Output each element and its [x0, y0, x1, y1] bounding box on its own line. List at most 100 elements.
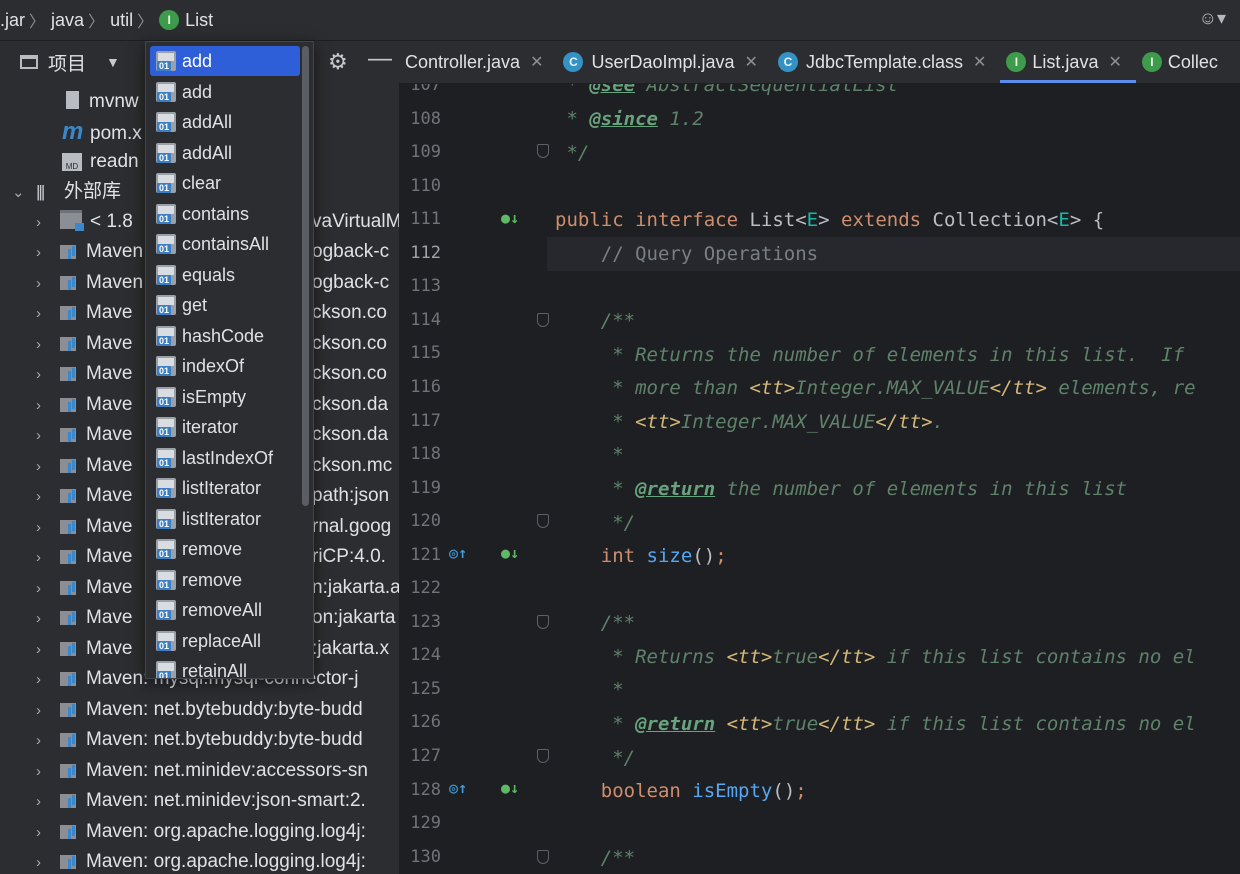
tree-item-library[interactable]: › Mave n:jakarta.a — [36, 573, 399, 604]
chevron-right-icon[interactable]: › — [36, 635, 50, 665]
tree-item-library[interactable]: › Maven: net.bytebuddy:byte-budd — [36, 725, 363, 755]
chevron-right-icon[interactable]: › — [36, 360, 50, 390]
completion-item[interactable]: clear — [150, 168, 300, 198]
minimize-icon[interactable]: — — [368, 45, 392, 73]
completion-item[interactable]: containsAll — [150, 229, 300, 259]
completion-item[interactable]: remove — [150, 534, 300, 564]
completion-item[interactable]: add — [150, 77, 300, 107]
completion-item[interactable]: retainAll — [150, 656, 300, 678]
completion-item[interactable]: contains — [150, 199, 300, 229]
tree-item-library[interactable]: › Maven ogback-c — [36, 237, 389, 268]
completion-item[interactable]: addAll — [150, 138, 300, 168]
tree-item-readme[interactable]: MD readn — [62, 147, 139, 177]
tree-item-library[interactable]: › Mave riCP:4.0. — [36, 542, 386, 573]
tree-item-library[interactable]: › Mave ckson.da — [36, 390, 388, 421]
chevron-down-icon[interactable]: ⌄ — [12, 178, 26, 208]
completion-item[interactable]: equals — [150, 260, 300, 290]
implemented-icon[interactable]: ●↓ — [501, 209, 519, 227]
completion-item[interactable]: indexOf — [150, 351, 300, 381]
chevron-right-icon[interactable]: › — [36, 787, 50, 817]
tree-item-jdk[interactable]: › < 1.8 vaVirtualM — [36, 207, 399, 238]
completion-item[interactable]: removeAll — [150, 595, 300, 625]
tree-item-library[interactable]: › Mave ckson.mc — [36, 451, 392, 482]
tree-item-pom[interactable]: m pom.x — [62, 117, 142, 147]
chevron-right-icon[interactable]: › — [36, 299, 50, 329]
scrollbar[interactable] — [302, 46, 309, 506]
tree-item-library[interactable]: › Maven: org.apache.logging.log4j: — [36, 817, 366, 847]
chevron-right-icon[interactable]: › — [36, 513, 50, 543]
chevron-right-icon[interactable]: › — [36, 726, 50, 756]
breadcrumb-jar[interactable]: .jar — [0, 10, 25, 31]
implemented-icon[interactable]: ●↓ — [501, 544, 519, 562]
fold-icon[interactable] — [537, 313, 549, 327]
panel-view-icon[interactable] — [20, 55, 38, 69]
chevron-right-icon[interactable]: › — [36, 665, 50, 695]
code-editor[interactable]: 107 108 109 110 111 112 113 114 115 116 117 118 119 1… — [399, 84, 1240, 874]
chevron-right-icon[interactable]: › — [36, 757, 50, 787]
tree-item-library[interactable]: › Mave rnal.goog — [36, 512, 391, 543]
tab-jdbctemplate[interactable]: C JdbcTemplate.class ✕ — [772, 41, 1000, 83]
overrides-icon[interactable]: ◎↑ — [449, 544, 467, 562]
chevron-right-icon[interactable]: › — [36, 238, 50, 268]
tree-item-library[interactable]: › Maven: org.apache.logging.log4j: — [36, 847, 366, 874]
user-icon[interactable]: ☺▾ — [1199, 8, 1226, 29]
chevron-right-icon[interactable]: › — [36, 818, 50, 848]
tree-item-library[interactable]: › Maven ogback-c — [36, 268, 389, 299]
fold-icon[interactable] — [537, 144, 549, 158]
tree-item-library[interactable]: › Maven: net.minidev:json-smart:2. — [36, 786, 366, 816]
close-icon[interactable]: ✕ — [530, 52, 543, 72]
close-icon[interactable]: ✕ — [973, 52, 986, 72]
chevron-right-icon[interactable]: › — [36, 543, 50, 573]
chevron-right-icon[interactable]: › — [36, 330, 50, 360]
implemented-icon[interactable]: ●↓ — [501, 779, 519, 797]
completion-item[interactable]: listIterator — [150, 504, 300, 534]
tree-item-library[interactable]: › Mave ckson.da — [36, 420, 388, 451]
chevron-right-icon[interactable]: › — [36, 391, 50, 421]
close-icon[interactable]: ✕ — [1108, 52, 1121, 72]
tab-userdaoimpl[interactable]: C UserDaoImpl.java ✕ — [557, 41, 771, 83]
tab-list-java[interactable]: I List.java ✕ — [1000, 41, 1137, 83]
completion-item[interactable]: remove — [150, 565, 300, 595]
chevron-down-icon[interactable]: ▼ — [106, 54, 120, 70]
tree-item-library[interactable]: › Mave ckson.co — [36, 359, 387, 390]
completion-item[interactable]: iterator — [150, 412, 300, 442]
tree-item-library[interactable]: › Mave:jakarta.x — [36, 634, 389, 665]
chevron-right-icon[interactable]: › — [36, 574, 50, 604]
tab-controller[interactable]: Controller.java ✕ — [399, 41, 557, 83]
completion-item[interactable]: replaceAll — [150, 626, 300, 656]
fold-icon[interactable] — [537, 850, 549, 864]
completion-item[interactable]: lastIndexOf — [150, 443, 300, 473]
fold-icon[interactable] — [537, 615, 549, 629]
completion-item[interactable]: add — [150, 46, 300, 76]
tree-item-external-libraries[interactable]: ⌄ ||| 外部库 — [12, 177, 121, 207]
completion-item[interactable]: listIterator — [150, 473, 300, 503]
chevron-right-icon[interactable]: › — [36, 452, 50, 482]
chevron-right-icon[interactable]: › — [36, 269, 50, 299]
breadcrumb-class-list[interactable]: List — [185, 10, 213, 31]
breadcrumb-package-util[interactable]: util — [110, 10, 133, 31]
tree-item-library[interactable]: › Mave path:json — [36, 481, 389, 511]
tree-item-mvnw[interactable]: mvnw — [66, 87, 139, 117]
tab-collection[interactable]: I Collec — [1136, 41, 1224, 83]
chevron-right-icon[interactable]: › — [36, 848, 50, 874]
tree-item-library[interactable]: › Maven: net.bytebuddy:byte-budd — [36, 695, 363, 725]
tree-item-library[interactable]: › Mave ckson.co — [36, 329, 387, 360]
chevron-right-icon[interactable]: › — [36, 604, 50, 634]
gear-icon[interactable]: ⚙ — [328, 49, 348, 75]
project-panel-title[interactable]: 项目 — [48, 49, 86, 76]
overrides-icon[interactable]: ◎↑ — [449, 779, 467, 797]
completion-item[interactable]: get — [150, 290, 300, 320]
completion-item[interactable]: addAll — [150, 107, 300, 137]
close-icon[interactable]: ✕ — [745, 52, 758, 72]
breadcrumb-package-java[interactable]: java — [51, 10, 84, 31]
completion-item[interactable]: hashCode — [150, 321, 300, 351]
chevron-right-icon[interactable]: › — [36, 208, 50, 238]
tree-item-library[interactable]: › Mave ckson.co — [36, 298, 387, 329]
chevron-right-icon[interactable]: › — [36, 696, 50, 726]
tree-item-library[interactable]: › Mave on:jakarta — [36, 603, 395, 634]
chevron-right-icon[interactable]: › — [36, 421, 50, 451]
fold-icon[interactable] — [537, 749, 549, 763]
tree-item-library[interactable]: › Maven: net.minidev:accessors-sn — [36, 756, 368, 786]
fold-icon[interactable] — [537, 514, 549, 528]
completion-item[interactable]: isEmpty — [150, 382, 300, 412]
